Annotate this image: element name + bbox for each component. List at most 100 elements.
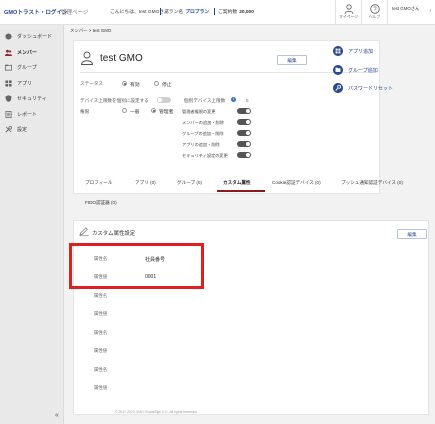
app-grid-icon [333,46,343,56]
sidebar-item-label: グループ [17,65,37,72]
permission-toggle[interactable] [237,108,251,114]
report-icon [5,110,12,118]
role-label: 権限 [80,109,90,114]
active-tab-indicator [217,190,265,192]
permission-toggle[interactable] [237,130,251,136]
member-tabs: プロフィール アプリ (0) グループ (0) カスタム属性 Cookie認証デ… [73,171,429,211]
password-reset-label: パスワードリセット [348,85,394,92]
contract-info: ご契約数 20,000 [214,8,254,15]
info-icon[interactable]: i [231,97,236,102]
footer-copyright: © 2017-2023 GMO GlobalSign K.K. All righ… [115,410,198,414]
add-group-link[interactable]: グループ追加 [333,65,378,75]
member-name: test GMO [100,53,143,64]
contract-value: 20,000 [239,10,254,15]
dashboard-icon [5,33,12,40]
plan-info: プラン名 プロプラン [160,8,209,15]
app-logo[interactable]: GMOトラスト・ログイン [4,8,68,16]
device-limit-label: デバイス上限数を個別に設定する [80,98,149,103]
sidebar-collapse-button[interactable]: « [55,412,59,419]
tab-apps[interactable]: アプリ (0) [135,180,156,186]
person-icon [344,4,353,14]
settings-icon [5,126,12,133]
permission-label: セキュリティ設定の変更 [182,153,228,158]
plan-label: プラン名 [164,10,184,15]
sidebar-item-label: 設定 [17,127,28,134]
sidebar-item-security[interactable]: セキュリティ [0,91,63,107]
attribute-name-label: 属性名 [94,330,108,335]
permission-label: アプリの追加・削除 [182,142,220,147]
sidebar-item-label: ダッシュボード [17,34,53,41]
help-button[interactable]: ? ヘルプ [361,0,387,25]
shield-icon [5,95,12,103]
user-menu[interactable]: test GMOさん › [387,0,435,25]
status-label: ステータス [80,81,103,86]
role-general-radio[interactable] [122,108,127,113]
user-icon [81,51,93,65]
attribute-value-label: 属性値 [94,311,108,316]
members-icon [5,49,12,56]
permission-toggle[interactable] [237,152,251,158]
permission-toggle[interactable] [237,119,251,125]
add-app-label: アプリ追加 [348,48,374,55]
section-title: カスタム属性設定 [92,231,136,237]
password-reset-link[interactable]: パスワードリセット [333,83,393,93]
user-name: test GMOさん [392,6,420,11]
role-general-label: 一般 [130,110,140,115]
device-count-value[interactable]: 8 [246,98,249,103]
contract-label: ご契約数 [218,10,238,15]
permission-label: 管理者権限の変更 [182,109,216,114]
tab-profile[interactable]: プロフィール [85,180,112,186]
divider [80,72,373,73]
sidebar-item-report[interactable]: レポート [0,107,63,123]
key-icon [333,83,343,93]
edit-attributes-button[interactable]: 編集 [397,229,427,239]
sidebar-item-apps[interactable]: アプリ [0,76,63,92]
sidebar-item-dashboard[interactable]: ダッシュボード [0,29,63,45]
status-suspended-label: 停止 [162,83,172,88]
sidebar-item-label: レポート [17,111,38,118]
sidebar-item-group[interactable]: グループ [0,60,63,76]
tab-custom-attributes[interactable]: カスタム属性 [223,180,251,186]
folder-icon [333,65,343,75]
tab-fido[interactable]: FIDO認証器 (0) [85,200,117,206]
mypage-label: マイページ [339,15,358,19]
permission-label: メンバーの追加・削除 [182,120,224,125]
highlight-box [69,243,204,289]
device-limit-toggle[interactable] [157,97,171,103]
sidebar-item-label: アプリ [17,80,33,87]
status-active-radio[interactable] [122,81,127,86]
apps-icon [5,80,12,87]
permission-toggle[interactable] [237,141,251,147]
attribute-name-label: 属性名 [94,293,108,298]
status-suspended-radio[interactable] [154,81,159,86]
sidebar-item-settings[interactable]: 設定 [0,122,63,138]
sidebar-item-members[interactable]: メンバー [0,45,63,61]
attribute-name-label: 属性名 [94,367,108,372]
group-icon [5,64,12,71]
add-group-label: グループ追加 [348,67,378,74]
tab-groups[interactable]: グループ (0) [177,180,202,186]
sidebar-item-label: セキュリティ [17,96,47,103]
pencil-icon [79,227,89,236]
tab-cookie-devices[interactable]: Cookie認証デバイス (0) [272,180,321,186]
edit-profile-button[interactable]: 編集 [277,55,307,65]
breadcrumb: メンバー > test GMO [70,28,112,33]
role-admin-label: 管理者 [159,110,174,115]
status-active-label: 有効 [130,83,140,88]
plan-name: プロプラン [185,10,210,15]
svg-text:?: ? [373,7,377,13]
sidebar-item-label: メンバー [17,49,38,56]
permission-label: グループの追加・削除 [182,131,224,136]
help-label: ヘルプ [368,15,381,19]
tab-push-devices[interactable]: プッシュ通知認証デバイス (0) [341,180,403,186]
add-app-link[interactable]: アプリ追加 [333,46,373,56]
chevron-right-icon: › [429,8,431,14]
role-admin-radio[interactable] [151,108,156,113]
top-bar: GMOトラスト・ログイン 管理ページ こんにちは、test GMOさん プラン名… [0,0,435,25]
device-count-label: 個別デバイス上限数 [184,98,226,103]
attribute-value-label: 属性値 [94,348,108,353]
mypage-button[interactable]: マイページ [335,0,361,25]
admin-page-label: 管理ページ [61,10,89,16]
help-icon: ? [369,4,380,14]
attribute-value-label: 属性値 [94,385,108,390]
